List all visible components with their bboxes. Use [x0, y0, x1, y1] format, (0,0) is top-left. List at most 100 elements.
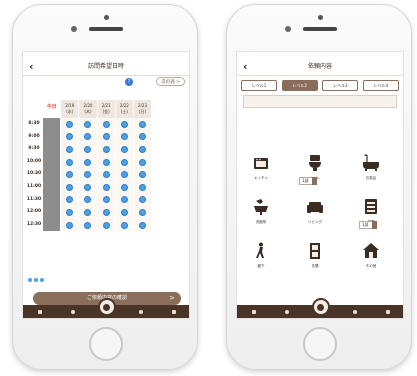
screen-visit-datetime: ‹ 訪問希望日時 ? 次の週 > 今日 2/19 (水) 2/20 (木) 2/21… — [22, 51, 190, 319]
place-living[interactable]: リビング — [295, 197, 335, 225]
back-button[interactable]: ‹ — [243, 60, 248, 74]
time-slot-cell[interactable] — [96, 168, 115, 181]
time-slot-cell[interactable] — [114, 206, 133, 219]
tab-level-1[interactable]: レベル1 — [241, 80, 277, 91]
place-other[interactable]: その他 — [351, 241, 391, 269]
time-slot-cell[interactable] — [114, 218, 133, 232]
tab-settings[interactable] — [338, 305, 372, 318]
kitchen-icon — [251, 153, 271, 173]
time-slot-cell[interactable] — [60, 168, 79, 181]
time-label: 12:30 — [26, 221, 42, 227]
time-slot-cell[interactable] — [96, 143, 115, 156]
time-slot-cell[interactable] — [114, 193, 133, 207]
time-slot-cell[interactable] — [96, 206, 115, 219]
time-slot-cell[interactable] — [96, 118, 115, 131]
time-slot-cell[interactable] — [114, 118, 133, 131]
time-slot-cell[interactable] — [78, 143, 97, 156]
tab-home[interactable] — [237, 305, 271, 318]
time-slot-cell[interactable] — [60, 130, 79, 144]
time-slot-cell[interactable] — [132, 168, 152, 181]
home-button[interactable] — [89, 327, 123, 361]
time-slot-cell[interactable] — [132, 218, 152, 232]
available-slot-icon — [84, 183, 92, 191]
home-button[interactable] — [303, 327, 337, 361]
walking-person-icon — [251, 241, 271, 261]
time-slot-cell[interactable] — [132, 193, 152, 207]
toilet-count-select[interactable]: 1部 — [299, 177, 317, 185]
tab-home[interactable] — [23, 305, 57, 318]
tab-level-4[interactable]: レベル4 — [362, 80, 399, 91]
place-hallway[interactable]: 廊下 — [241, 241, 281, 269]
time-slot-cell[interactable] — [60, 218, 79, 232]
time-slot-cell[interactable] — [60, 155, 79, 169]
time-slot-cell[interactable] — [78, 206, 97, 219]
tab-chat[interactable] — [271, 305, 305, 318]
time-slot-cell[interactable] — [114, 143, 133, 156]
available-slot-icon — [84, 196, 92, 204]
place-bath[interactable]: お風呂 — [351, 153, 391, 181]
time-slot-cell[interactable] — [60, 118, 79, 131]
available-slot-icon — [84, 120, 92, 128]
time-slot-cell[interactable] — [96, 130, 115, 144]
tab-more[interactable] — [371, 305, 403, 318]
room-count-select[interactable]: 1部 — [359, 221, 377, 229]
available-slot-icon — [102, 208, 110, 216]
front-camera — [104, 15, 109, 20]
time-slot-cell[interactable] — [114, 155, 133, 169]
tab-request[interactable] — [90, 298, 124, 318]
place-entrance[interactable]: 玄関 — [295, 241, 335, 269]
time-slot-cell[interactable] — [114, 168, 133, 181]
time-slot-cell[interactable] — [78, 180, 97, 194]
help-icon[interactable]: ? — [125, 78, 133, 86]
back-button[interactable]: ‹ — [29, 60, 34, 74]
time-slot-cell[interactable] — [78, 155, 97, 169]
available-slot-icon — [120, 171, 128, 179]
time-slot-cell[interactable] — [132, 118, 152, 131]
available-slot-icon — [120, 221, 128, 229]
place-kitchen[interactable]: キッチン — [241, 153, 281, 181]
place-washroom[interactable]: 洗面所 — [241, 197, 281, 225]
tab-settings[interactable] — [124, 305, 158, 318]
time-slot-cell[interactable] — [96, 218, 115, 232]
time-row: 8:30 — [26, 118, 188, 131]
time-slot-cell[interactable] — [132, 180, 152, 194]
nav-bar: ‹ 依頼内容 — [237, 59, 403, 76]
grid-corner — [26, 100, 42, 118]
time-slot-cell[interactable] — [114, 180, 133, 194]
time-label: 12:00 — [26, 209, 42, 215]
time-slot-cell[interactable] — [132, 143, 152, 156]
place-row: 廊下 玄関 その他 — [241, 241, 401, 285]
dresser-icon — [361, 197, 381, 217]
available-slot-icon — [102, 171, 110, 179]
time-slot-cell[interactable] — [60, 143, 79, 156]
day-header: 2/22 (土) — [114, 100, 133, 118]
time-slot-cell[interactable] — [132, 155, 152, 169]
gear-icon — [352, 309, 357, 314]
time-row: 10:30 — [26, 168, 188, 181]
time-slot-cell[interactable] — [96, 193, 115, 207]
time-slot-cell[interactable] — [78, 118, 97, 131]
tab-level-2[interactable]: レベル2 — [281, 80, 318, 91]
time-slot-cell[interactable] — [114, 130, 133, 144]
tab-request[interactable] — [304, 298, 338, 318]
time-slot-cell[interactable] — [60, 193, 79, 207]
next-week-button[interactable]: 次の週 > — [156, 77, 185, 86]
tab-more[interactable] — [157, 305, 189, 318]
time-slot-cell[interactable] — [132, 206, 152, 219]
tab-chat[interactable] — [57, 305, 91, 318]
time-slot-cell[interactable] — [60, 180, 79, 194]
time-slot-cell[interactable] — [96, 180, 115, 194]
time-slot-cell[interactable] — [96, 155, 115, 169]
time-slot-cell[interactable] — [78, 193, 97, 207]
time-slot-cell[interactable] — [132, 130, 152, 144]
tab-level-3[interactable]: レベル3 — [322, 80, 359, 91]
time-slot-cell[interactable] — [60, 206, 79, 219]
unavailable-cell — [42, 206, 61, 219]
time-row: 9:30 — [26, 143, 188, 156]
available-slot-icon — [66, 120, 74, 128]
time-slot-cell[interactable] — [78, 130, 97, 144]
time-slot-cell[interactable] — [78, 218, 97, 232]
available-slot-icon — [102, 120, 110, 128]
time-slot-cell[interactable] — [78, 168, 97, 181]
level-description — [243, 95, 397, 108]
